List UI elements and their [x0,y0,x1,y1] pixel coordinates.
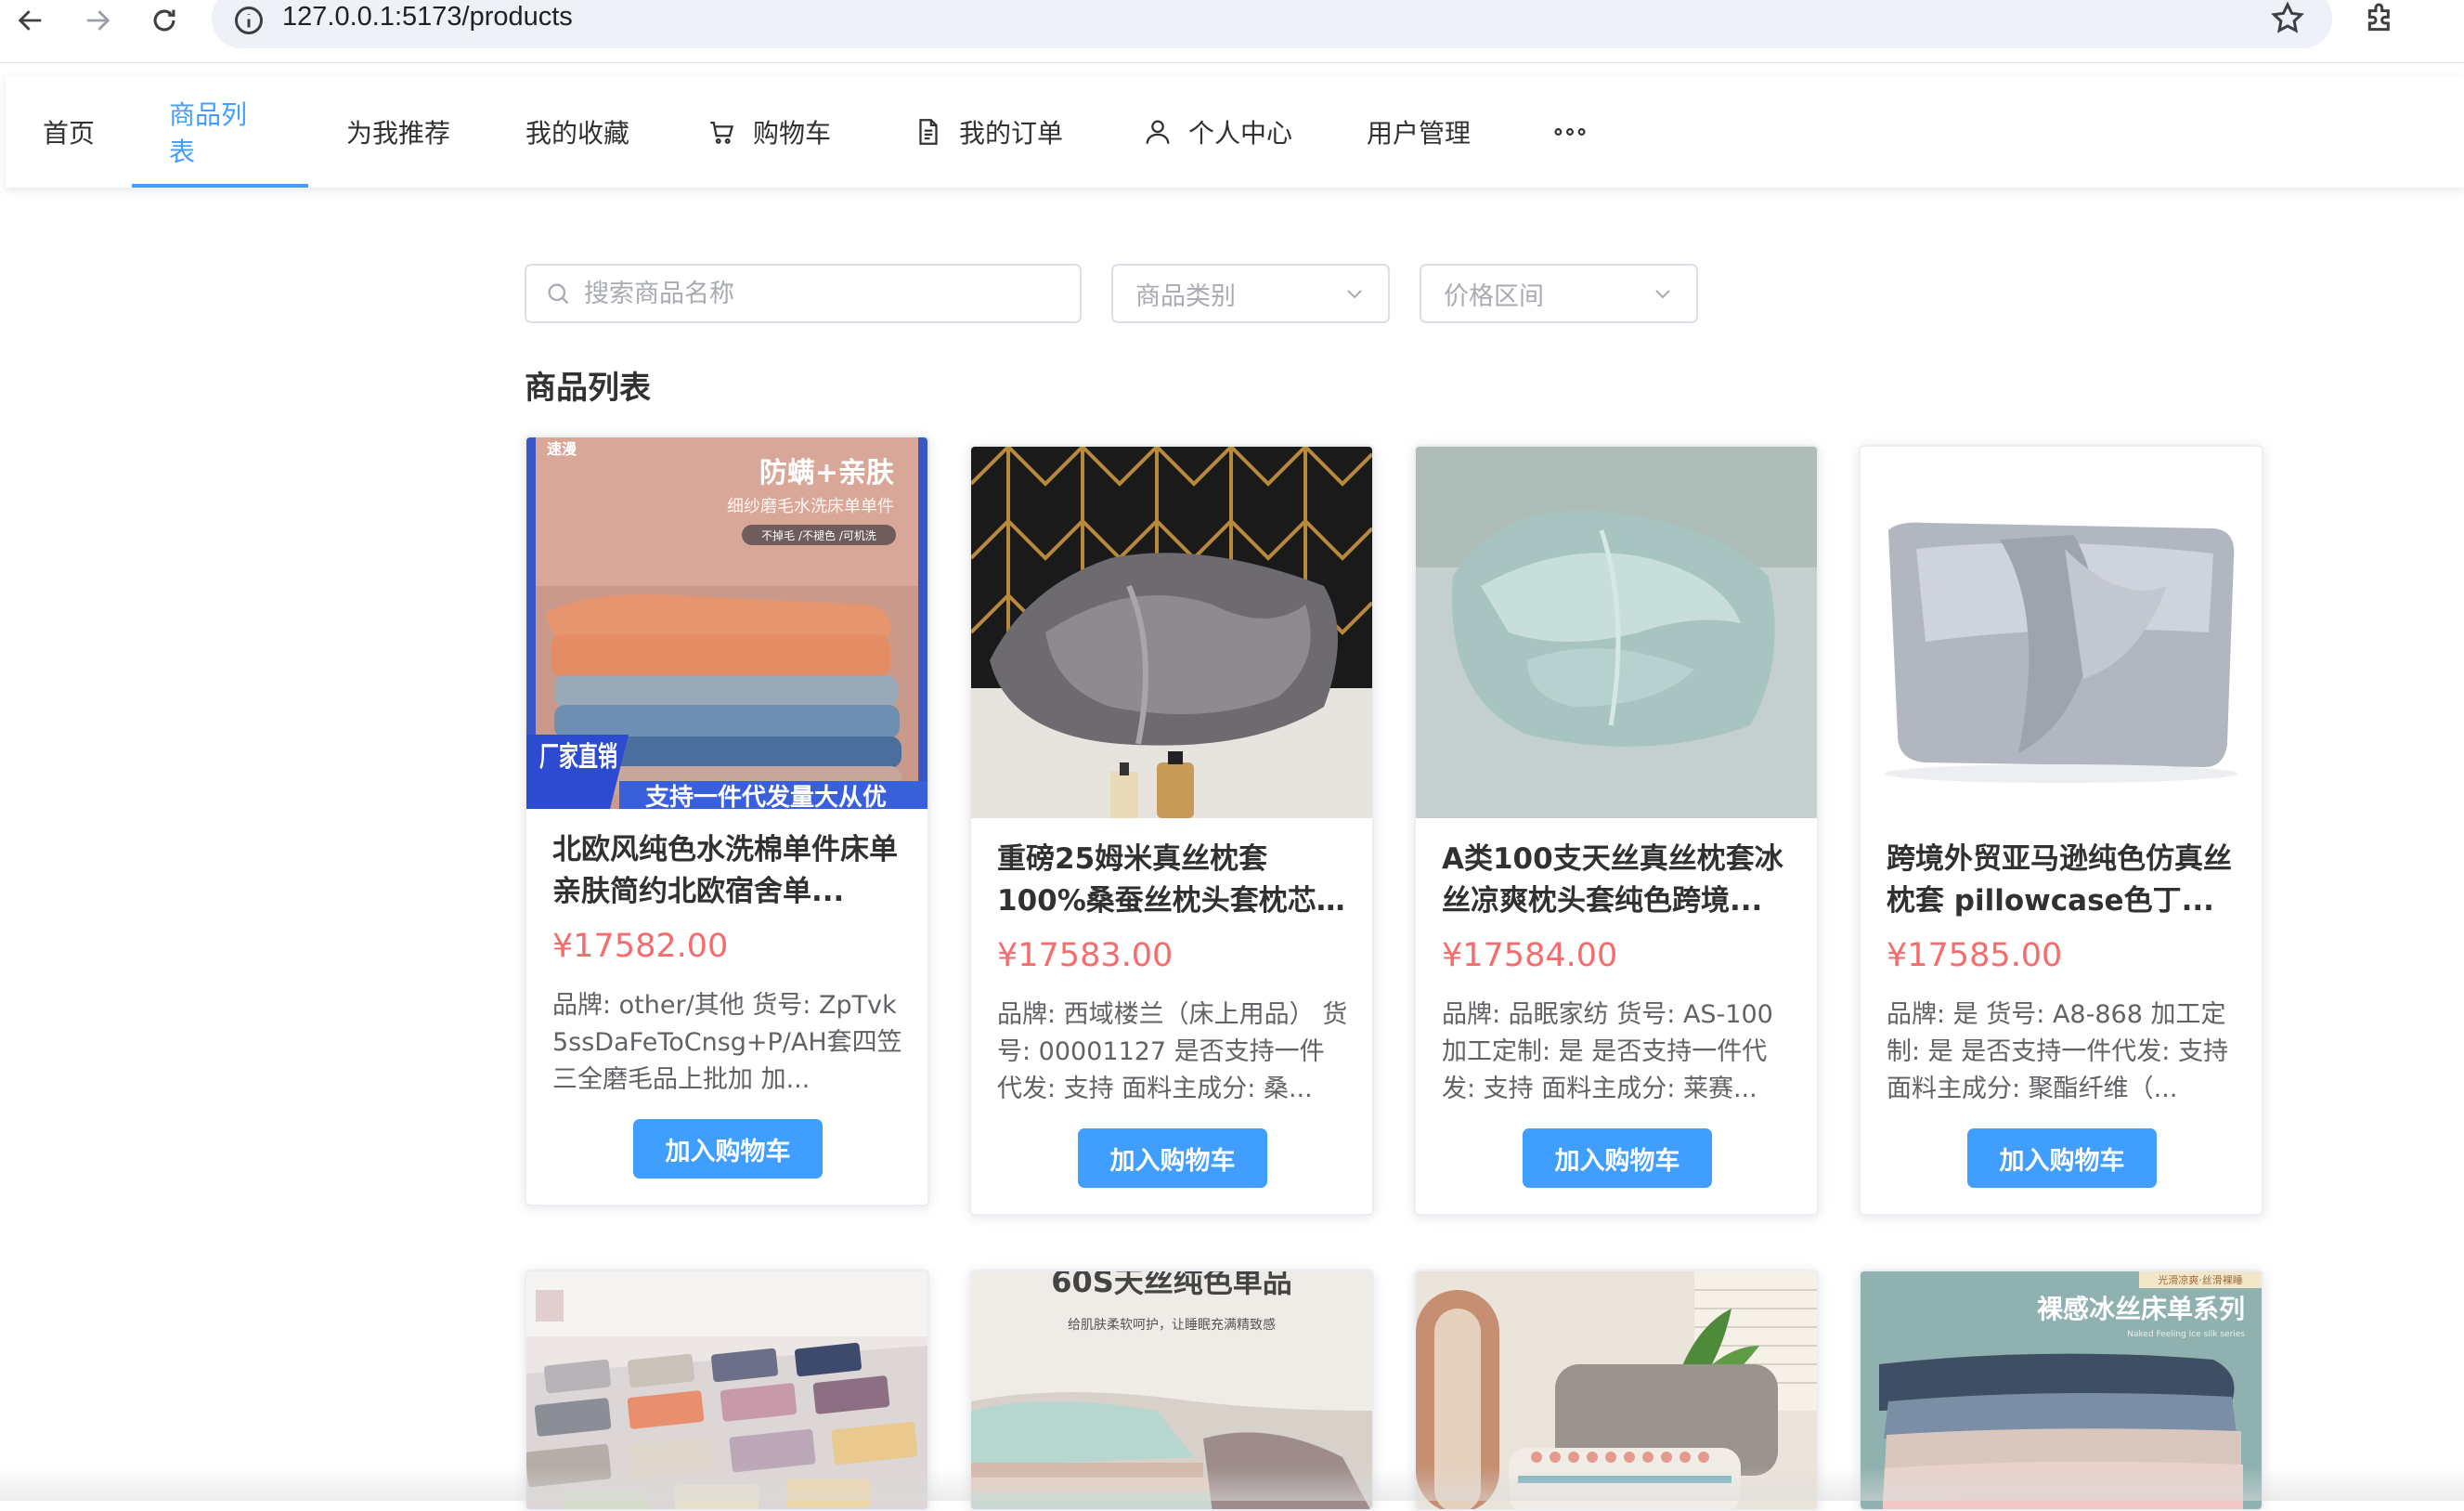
forward-icon[interactable] [74,0,121,41]
add-to-cart-button[interactable]: 加入购物车 [1078,1128,1267,1188]
image-top-text: 光滑凉爽·丝滑裸睡 [2158,1273,2243,1286]
document-icon [913,116,944,148]
reload-icon[interactable] [141,0,188,41]
search-input-wrapper[interactable] [525,264,1082,323]
image-banner-text: 支持一件代发量大从优 [645,783,887,809]
product-price: ¥17585.00 [1887,937,2063,974]
add-to-cart-button[interactable]: 加入购物车 [1967,1128,2157,1188]
image-sub-text: 给肌肤柔软呵护，让睡眠充满精致感 [1068,1317,1276,1333]
menu-item-products[interactable]: 商品列表 [132,76,308,188]
browser-toolbar: 127.0.0.1:5173/products [0,0,2464,63]
menu-item-label: 个人中心 [1188,118,1293,149]
bookmark-star-icon[interactable] [2269,0,2306,37]
add-to-cart-button[interactable]: 加入购物车 [1523,1128,1712,1188]
site-info-icon[interactable] [232,4,266,37]
product-card[interactable]: 速漫 防螨+亲肤 细纱磨毛水洗床单单件 不掉毛 /不褪色 /可机洗 厂家直销 支… [525,436,929,1206]
menu-item-favorites[interactable]: 我的收藏 [488,76,667,188]
image-sub-text: Naked Feeling Ice silk series [2127,1330,2245,1339]
price-range-select[interactable]: 价格区间 [1420,264,1698,323]
extensions-icon[interactable] [2362,0,2403,37]
menu-item-home[interactable]: 首页 [6,76,132,188]
menu-item-label: 商品列表 [169,99,248,167]
product-description: 品牌: 品眠家纺 货号: AS-100 加工定制: 是 是否支持一件代发: 支持… [1442,1000,1773,1103]
image-sub-text: 细纱磨毛水洗床单单件 [727,497,894,516]
category-select[interactable]: 商品类别 [1111,264,1390,323]
more-icon[interactable] [1508,76,1632,188]
top-nav-menu: 首页 商品列表 为我推荐 我的收藏 购物车 我的订单 个人中心 用户管理 [6,76,2464,188]
price-select-placeholder: 价格区间 [1444,281,1544,311]
image-headline-text: 60S天丝纯色单品 [1051,1271,1292,1299]
product-card[interactable]: A类100支天丝真丝枕套冰丝凉爽枕头套纯色跨境... ¥17584.00 品牌:… [1414,445,1819,1216]
back-icon[interactable] [7,0,54,41]
product-price: ¥17584.00 [1442,937,1618,974]
menu-item-orders[interactable]: 我的订单 [871,76,1105,188]
chevron-down-icon [1347,290,1362,299]
section-title: 商品列表 [525,370,651,407]
product-price: ¥17582.00 [552,928,729,965]
product-card[interactable]: 跨境外贸亚马逊纯色仿真丝枕套 pillowcase色丁... ¥17585.00… [1859,445,2263,1216]
menu-item-recommend[interactable]: 为我推荐 [308,76,488,188]
image-corner-text: 厂家直销 [539,741,617,774]
product-name[interactable]: 跨境外贸亚马逊纯色仿真丝枕套 pillowcase色丁... [1887,839,2237,922]
product-price: ¥17583.00 [997,937,1174,974]
product-image[interactable] [1416,447,1817,818]
scroll-fade [0,1467,2464,1501]
user-icon [1142,116,1174,148]
menu-item-profile[interactable]: 个人中心 [1105,76,1329,188]
menu-item-label: 我的收藏 [525,118,630,149]
menu-item-label: 用户管理 [1367,118,1472,149]
url-text: 127.0.0.1:5173/products [282,2,573,32]
chevron-down-icon [1655,290,1670,299]
menu-item-label: 我的订单 [958,118,1063,149]
product-name[interactable]: 北欧风纯色水洗棉单件床单亲肤简约北欧宿舍单... [552,829,903,913]
image-tags-text: 不掉毛 /不褪色 /可机洗 [761,528,876,542]
product-image[interactable] [971,447,1372,818]
product-name[interactable]: A类100支天丝真丝枕套冰丝凉爽枕头套纯色跨境... [1442,839,1793,922]
product-description: 品牌: 是 货号: A8-868 加工定制: 是 是否支持一件代发: 支持 面料… [1887,1000,2228,1103]
product-name[interactable]: 重磅25姆米真丝枕套100%桑蚕丝枕头套枕芯套夏... [997,839,1348,922]
menu-item-user-admin[interactable]: 用户管理 [1329,76,1508,188]
menu-item-label: 为我推荐 [345,118,450,149]
product-image[interactable] [1861,447,2262,818]
cart-icon [707,116,738,148]
product-card[interactable]: 重磅25姆米真丝枕套100%桑蚕丝枕头套枕芯套夏... ¥17583.00 品牌… [969,445,1374,1216]
address-bar[interactable]: 127.0.0.1:5173/products [212,0,2332,48]
add-to-cart-button[interactable]: 加入购物车 [633,1119,823,1179]
menu-item-cart[interactable]: 购物车 [667,76,871,188]
search-icon [548,283,569,305]
menu-item-label: 购物车 [752,118,831,149]
product-description: 品牌: 西域楼兰（床上用品） 货号: 00001127 是否支持一件代发: 支持… [997,1000,1348,1103]
category-select-placeholder: 商品类别 [1135,281,1236,311]
product-image[interactable]: 速漫 防螨+亲肤 细纱磨毛水洗床单单件 不掉毛 /不褪色 /可机洗 厂家直销 支… [526,437,927,809]
image-headline-text: 防螨+亲肤 [759,457,895,489]
menu-item-label: 首页 [43,118,96,149]
search-input[interactable] [584,279,1067,308]
image-brand-text: 速漫 [547,440,577,458]
product-description: 品牌: other/其他 货号: ZpTvk5ssDaFeToCnsg+P/AH… [552,991,902,1094]
image-headline-text: 裸感冰丝床单系列 [2037,1294,2245,1324]
